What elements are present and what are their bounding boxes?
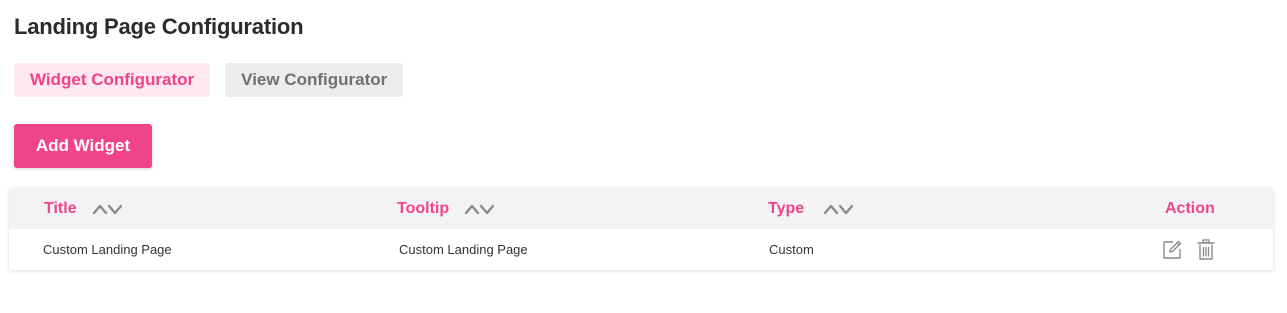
trash-icon[interactable] [1197,238,1215,261]
sort-icon[interactable] [92,203,123,215]
page-title: Landing Page Configuration [14,14,304,39]
widgets-table: Title Tooltip Type Action Custom Landing… [9,188,1273,270]
column-header-label: Action [1165,199,1215,217]
table-row: Custom Landing Page Custom Landing Page … [9,229,1273,270]
sort-icon[interactable] [465,203,495,215]
column-header-type: Type [768,188,854,229]
tab-view-configurator[interactable]: View Configurator [225,63,404,97]
column-header-action: Action [1165,188,1215,229]
cell-tooltip: Custom Landing Page [399,242,528,257]
cell-title: Custom Landing Page [43,242,172,257]
tab-widget-configurator[interactable]: Widget Configurator [14,63,211,97]
table-header: Title Tooltip Type Action [9,188,1273,229]
sort-icon[interactable] [824,203,854,215]
cell-type: Custom [769,242,814,257]
column-header-label: Tooltip [397,199,450,217]
column-header-label: Type [768,199,805,217]
column-header-tooltip: Tooltip [397,188,495,229]
configurator-tabs: Widget Configurator View Configurator [14,63,404,97]
row-actions [1161,229,1215,270]
column-header-label: Title [44,199,77,217]
column-header-title: Title [44,188,123,229]
landing-page-configuration: Landing Page Configuration Widget Config… [0,0,1287,313]
add-widget-button[interactable]: Add Widget [14,124,152,168]
edit-icon[interactable] [1161,239,1183,261]
